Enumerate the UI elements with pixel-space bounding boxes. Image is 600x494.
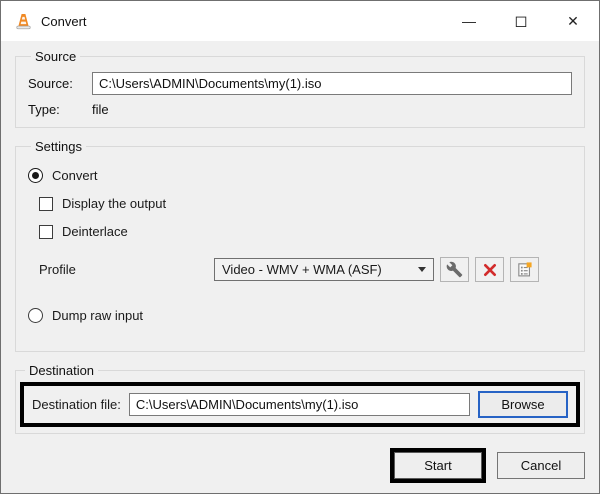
window-title: Convert <box>41 13 87 29</box>
settings-group-title: Settings <box>35 139 82 154</box>
titlebar: Convert — ◻ ✕ <box>1 1 599 41</box>
edit-profile-button[interactable] <box>440 257 469 282</box>
source-label: Source: <box>28 76 73 91</box>
vlc-cone-icon <box>14 12 33 31</box>
convert-dialog: Convert — ◻ ✕ Source Source: Type: file … <box>0 0 600 494</box>
dump-raw-radio[interactable] <box>28 308 43 323</box>
browse-button[interactable]: Browse <box>478 391 568 418</box>
start-highlight-box: Start <box>390 448 486 483</box>
destination-file-label: Destination file: <box>32 397 121 412</box>
destination-group-title: Destination <box>29 363 95 378</box>
display-output-label: Display the output <box>62 196 167 211</box>
display-output-checkbox[interactable] <box>39 196 53 211</box>
new-profile-button[interactable] <box>510 257 539 282</box>
source-group-title: Source <box>35 49 77 64</box>
dialog-body: Source Source: Type: file Settings Conve… <box>1 41 599 493</box>
wrench-icon <box>446 261 463 278</box>
maximize-button[interactable]: ◻ <box>495 1 547 41</box>
profile-dropdown-value: Video - WMV + WMA (ASF) <box>222 262 382 277</box>
type-value: file <box>92 102 109 117</box>
profile-row: Profile Video - WMV + WMA (ASF) <box>28 257 572 282</box>
action-bar: Start Cancel <box>15 448 585 483</box>
destination-file-input[interactable] <box>128 393 470 416</box>
minimize-button[interactable]: — <box>443 1 495 41</box>
convert-radio-label: Convert <box>52 168 98 183</box>
cancel-button[interactable]: Cancel <box>497 452 585 479</box>
destination-highlight-box: Destination file: Browse <box>20 382 580 427</box>
new-profile-list-icon <box>516 261 533 278</box>
type-label: Type: <box>28 102 60 117</box>
start-button[interactable]: Start <box>394 452 482 479</box>
display-output-row[interactable]: Display the output <box>39 196 572 211</box>
convert-radio-row[interactable]: Convert <box>28 168 572 183</box>
dump-raw-row[interactable]: Dump raw input <box>28 308 572 323</box>
close-button[interactable]: ✕ <box>547 1 599 41</box>
profile-label: Profile <box>39 262 76 277</box>
deinterlace-row[interactable]: Deinterlace <box>39 224 572 239</box>
convert-radio[interactable] <box>28 168 43 183</box>
profile-dropdown[interactable]: Video - WMV + WMA (ASF) <box>214 258 434 281</box>
chevron-down-icon <box>418 267 426 272</box>
source-input[interactable] <box>92 72 572 95</box>
window-controls: — ◻ ✕ <box>443 1 599 41</box>
delete-x-icon <box>482 262 498 278</box>
deinterlace-label: Deinterlace <box>62 224 128 239</box>
source-group: Source Source: Type: file <box>15 49 585 128</box>
destination-group: Destination Destination file: Browse <box>15 363 585 434</box>
settings-group: Settings Convert Display the output Dein… <box>15 139 585 352</box>
dump-raw-label: Dump raw input <box>52 308 144 323</box>
deinterlace-checkbox[interactable] <box>39 224 53 239</box>
delete-profile-button[interactable] <box>475 257 504 282</box>
